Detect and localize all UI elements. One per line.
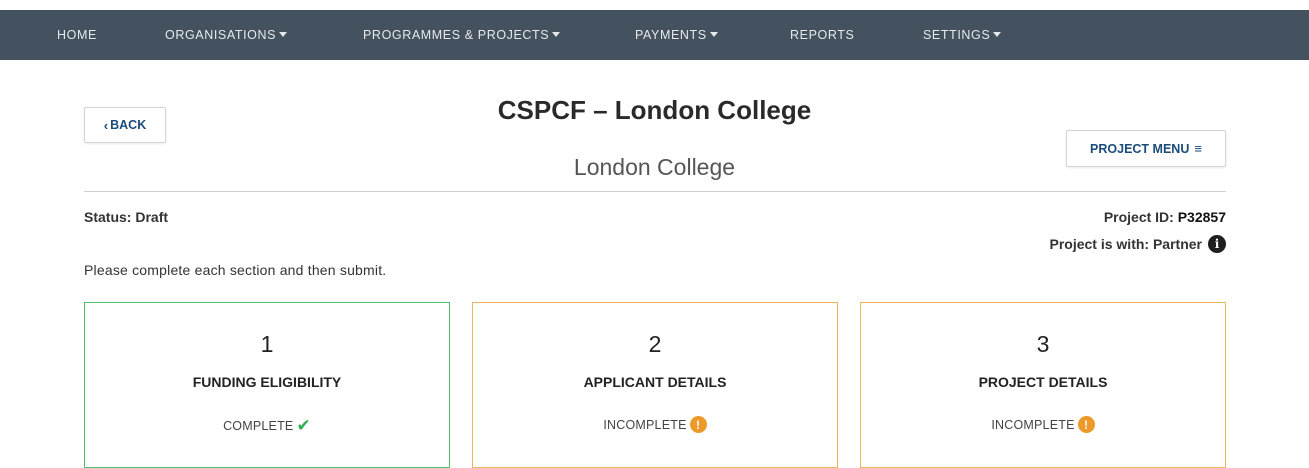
check-icon: ✔ <box>296 416 311 435</box>
nav-item-organisations[interactable]: ORGANISATIONS <box>165 10 288 60</box>
section-status: COMPLETE ✔ <box>223 416 311 435</box>
info-circle-icon[interactable]: i <box>1208 235 1226 253</box>
nav-item-settings[interactable]: SETTINGS <box>923 10 1002 60</box>
section-card-funding-eligibility[interactable]: 1 FUNDING ELIGIBILITY COMPLETE ✔ <box>84 302 450 468</box>
project-id-value: P32857 <box>1177 209 1226 225</box>
caret-down-icon <box>709 32 718 38</box>
header-divider <box>84 191 1226 192</box>
section-title: FUNDING ELIGIBILITY <box>192 374 342 390</box>
menu-bars-icon: ≡ <box>1194 141 1202 156</box>
section-title: APPLICANT DETAILS <box>583 374 727 390</box>
project-status: Status: Draft <box>84 209 169 225</box>
project-menu-button[interactable]: PROJECT MENU ≡ <box>1066 130 1226 167</box>
nav-item-home[interactable]: HOME <box>57 10 97 60</box>
exclamation-circle-icon: ! <box>689 416 707 433</box>
caret-down-icon <box>993 32 1002 38</box>
instructions-text: Please complete each section and then su… <box>84 262 387 278</box>
caret-down-icon <box>552 32 561 38</box>
nav-item-payments[interactable]: PAYMENTS <box>635 10 718 60</box>
project-id: Project ID: P32857 <box>1103 209 1226 225</box>
caret-down-icon <box>279 32 288 38</box>
section-number: 1 <box>260 331 274 357</box>
nav-item-programmes-projects[interactable]: PROGRAMMES & PROJECTS <box>363 10 561 60</box>
nav-item-reports[interactable]: REPORTS <box>790 10 854 60</box>
section-number: 2 <box>648 331 662 357</box>
section-status: INCOMPLETE ! <box>473 416 837 433</box>
exclamation-circle-icon: ! <box>1077 416 1095 433</box>
status-value: Draft <box>135 209 169 225</box>
project-with-value: Partner <box>1152 236 1202 252</box>
top-nav-bar: HOME ORGANISATIONS PROGRAMMES & PROJECTS… <box>0 10 1309 60</box>
project-with: Project is with: Partner i <box>1050 235 1226 253</box>
section-card-project-details[interactable]: 3 PROJECT DETAILS INCOMPLETE ! <box>860 302 1226 468</box>
section-status: INCOMPLETE ! <box>861 416 1225 433</box>
section-card-applicant-details[interactable]: 2 APPLICANT DETAILS INCOMPLETE ! <box>472 302 838 468</box>
page-title: CSPCF – London College <box>497 95 812 125</box>
section-title: PROJECT DETAILS <box>978 374 1108 390</box>
section-number: 3 <box>1036 331 1050 357</box>
